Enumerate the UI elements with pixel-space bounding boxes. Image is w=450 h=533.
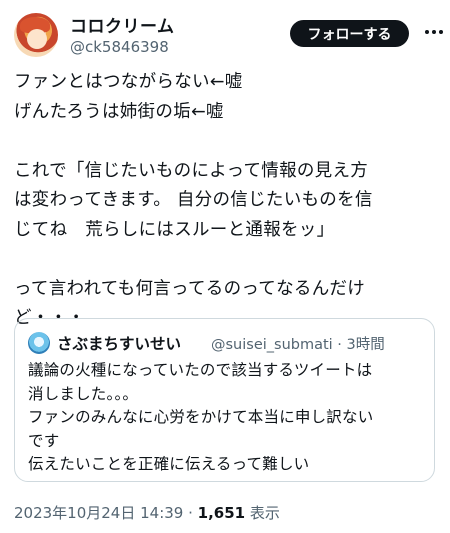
tweet-line: って言われても何言ってるのってなるんだけ (14, 278, 366, 299)
quote-line: 消しました。。。 (28, 384, 139, 403)
quote-line: 議論の火種になっていたので該当するツイートは (28, 361, 373, 379)
tweet-line: ファンとはつながらない←嘘 (14, 72, 243, 92)
tweet-line: げんたろうは姉街の垢←嘘 (14, 101, 224, 122)
avatar-face (27, 29, 47, 49)
more-horizontal-icon (425, 30, 443, 34)
author-handle[interactable]: @ck5846398 (70, 38, 169, 56)
quoted-tweet[interactable]: さぶまちすいせい @suisei_submati · 3時間 議論の火種になって… (14, 318, 435, 482)
tweet-timestamp[interactable]: 2023年10月24日 14:39 (14, 504, 183, 522)
quote-author-avatar (28, 332, 50, 354)
quote-text: 議論の火種になっていたので該当するツイートは 消しました。。。 ファンのみんなに… (28, 359, 428, 477)
quote-line: ファンのみんなに心労をかけて本当に申し訳ない (28, 408, 374, 426)
footer-separator: · (183, 504, 198, 522)
quote-line: 伝えたいことを正確に伝えるって難しい (28, 455, 310, 473)
author-avatar[interactable] (14, 13, 58, 57)
tweet-line: は変わってきます。 自分の信じたいものを信 (14, 190, 373, 210)
tweet-line: これで「信じたいものによって情報の見え方 (14, 160, 369, 181)
more-options-button[interactable] (422, 22, 446, 42)
follow-button[interactable]: フォローする (290, 20, 409, 47)
author-name[interactable]: コロクリーム (70, 12, 175, 37)
views-label: 表示 (245, 504, 280, 522)
tweet-footer: 2023年10月24日 14:39 · 1,651 表示 (14, 502, 280, 523)
quote-author-name: さぶまちすいせい (57, 335, 182, 353)
views-count: 1,651 (197, 504, 246, 522)
tweet-line: じてね 荒らしにはスルーと通報をッ」 (14, 219, 335, 240)
quote-line: です (28, 431, 60, 450)
tweet-text: ファンとはつながらない←嘘 げんたろうは姉街の垢←嘘 これで「信じたいものによっ… (14, 68, 444, 334)
quote-author-meta: @suisei_submati · 3時間 (211, 337, 385, 353)
